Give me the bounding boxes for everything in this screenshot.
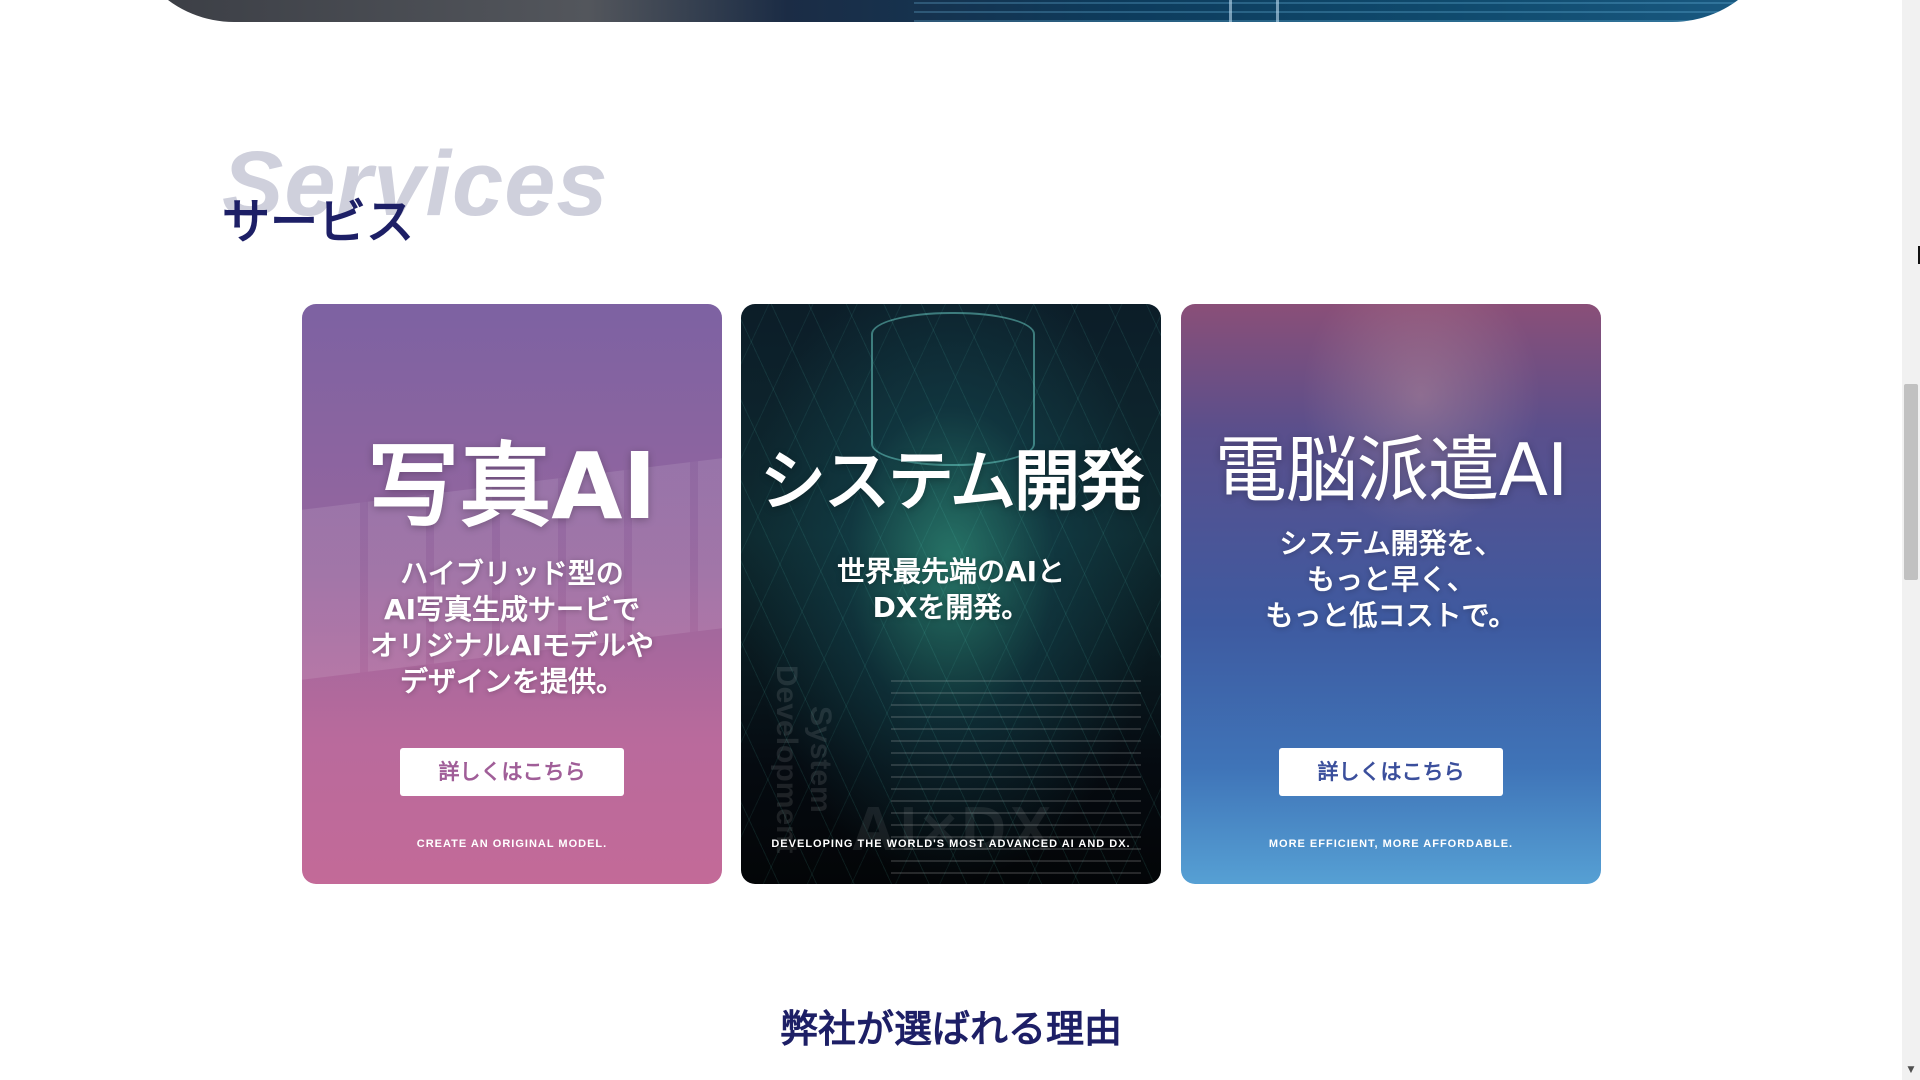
lock-icon [1229, 0, 1279, 22]
reasons-heading: 弊社が選ばれる理由 [779, 1007, 1122, 1051]
watermark-text: AI×DX [851, 795, 1056, 864]
hero-image [124, 0, 1782, 22]
card-tagline: CREATE AN ORIGINAL MODEL. [416, 838, 608, 850]
card-description: システム開発を、 もっと早く、 もっと低コストで。 [1265, 527, 1517, 632]
card-description: 世界最先端のAIと DXを開発。 [836, 555, 1066, 624]
card-tagline: MORE EFFICIENT, MORE AFFORDABLE. [1268, 838, 1514, 850]
card-title: 写真AI [367, 433, 657, 540]
scrollbar-thumb[interactable] [1904, 384, 1918, 580]
card-tagline: DEVELOPING THE WORLD'S MOST ADVANCED AI … [771, 838, 1131, 850]
card-title: 電脳派遣AI [1214, 428, 1569, 512]
card-description: ハイブリッド型の AI写真生成サービで オリジナルAIモデルや デザインを提供。 [369, 557, 655, 698]
service-card-system-development[interactable]: System Development AI×DX システム開発 世界最先端のAI… [741, 304, 1161, 884]
service-card-photo-ai[interactable]: 写真AI ハイブリッド型の AI写真生成サービで オリジナルAIモデルや デザイ… [302, 304, 722, 884]
details-button-photo-ai[interactable]: 詳しくはこちら [400, 748, 624, 796]
hero-code-overlay [914, 0, 1774, 22]
service-card-cyber-dispatch-ai[interactable]: 電脳派遣AI システム開発を、 もっと早く、 もっと低コストで。 詳しくはこちら… [1181, 304, 1601, 884]
scroll-down-arrow-icon[interactable]: ▼ [1905, 1064, 1917, 1076]
page: Services サービス 写真AI ハイブリッド型の AI写真生成サービで オ… [0, 0, 1920, 1080]
details-button-cyber-dispatch-ai[interactable]: 詳しくはこちら [1279, 748, 1503, 796]
services-heading-ja: サービス [222, 194, 415, 250]
card-title: システム開発 [759, 443, 1144, 520]
